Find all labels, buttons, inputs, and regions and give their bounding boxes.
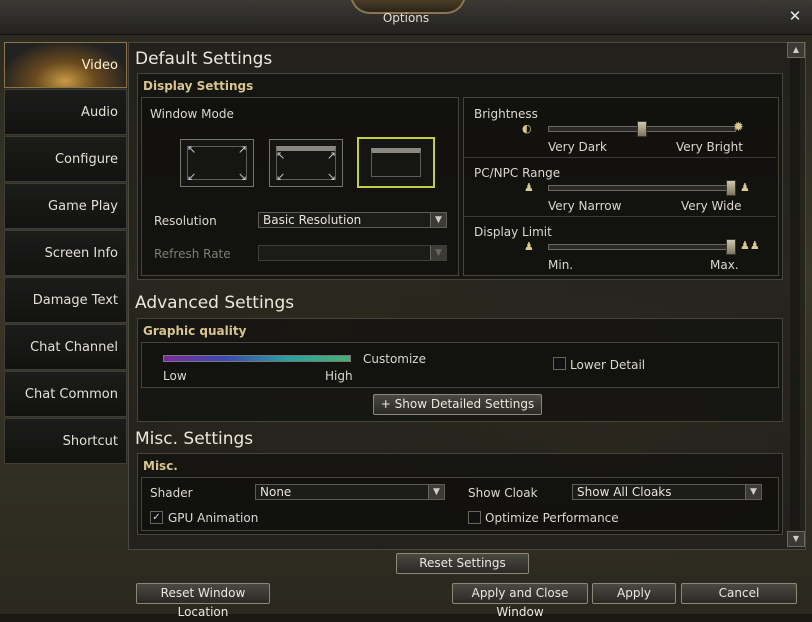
arrow-sw-icon: ↙	[276, 170, 286, 183]
options-sidebar: Video Audio Configure Game Play Screen I…	[4, 42, 127, 466]
group-icon: ♟♟	[740, 239, 760, 252]
arrow-se-icon: ↘	[326, 170, 336, 183]
graphic-quality-high-label: High	[325, 369, 353, 383]
arrow-se-icon: ↘	[237, 170, 247, 183]
sidebar-item-chat-common[interactable]: Chat Common	[4, 371, 127, 417]
moon-icon: ◐	[522, 122, 532, 135]
show-detailed-settings-button[interactable]: + Show Detailed Settings	[373, 394, 542, 415]
shader-value: None	[260, 485, 292, 499]
graphic-quality-low-label: Low	[163, 369, 187, 383]
resolution-label: Resolution	[154, 214, 217, 228]
gpu-animation-label: GPU Animation	[168, 511, 259, 525]
dropdown-arrow-icon: ▼	[430, 246, 446, 260]
show-cloak-label: Show Cloak	[468, 486, 538, 500]
close-icon[interactable]: ✕	[786, 7, 804, 25]
shader-select[interactable]: None ▼	[255, 484, 445, 500]
misc-settings-heading: Misc. Settings	[135, 429, 254, 449]
window-title: Options	[382, 11, 430, 25]
reset-window-location-button[interactable]: Reset Window Location	[136, 583, 270, 619]
advanced-settings-heading: Advanced Settings	[135, 293, 295, 313]
divider	[464, 216, 776, 217]
lower-detail-checkbox[interactable]	[553, 357, 566, 370]
graphic-quality-title: Graphic quality	[143, 324, 247, 338]
reset-settings-button[interactable]: Reset Settings	[396, 553, 529, 574]
display-limit-min-label: Min.	[548, 258, 574, 272]
dropdown-arrow-icon: ▼	[428, 485, 444, 499]
apply-button[interactable]: Apply	[592, 583, 676, 604]
pc-npc-range-slider-thumb[interactable]	[726, 180, 736, 196]
arrow-nw-icon: ↖	[187, 143, 197, 156]
arrow-nw-icon: ↖	[276, 149, 286, 162]
window-mode-fullscreen[interactable]: ↖ ↗ ↙ ↘	[180, 139, 254, 187]
apply-and-close-button[interactable]: Apply and Close Window	[452, 583, 588, 619]
sidebar-item-shortcut[interactable]: Shortcut	[4, 418, 127, 464]
arrow-ne-icon: ↗	[237, 143, 247, 156]
window-mode-frame	[371, 148, 421, 177]
sidebar-item-damage-text[interactable]: Damage Text	[4, 277, 127, 323]
graphic-quality-slider[interactable]	[163, 355, 351, 362]
window-mode-label: Window Mode	[150, 107, 234, 121]
brightness-slider-thumb[interactable]	[637, 121, 647, 137]
sidebar-item-configure[interactable]: Configure	[4, 136, 127, 182]
pc-npc-range-slider[interactable]	[548, 185, 736, 191]
misc-title: Misc.	[143, 459, 178, 473]
lower-detail-label: Lower Detail	[570, 358, 646, 372]
show-cloak-value: Show All Cloaks	[577, 485, 672, 499]
dropdown-arrow-icon: ▼	[430, 213, 446, 227]
brightness-min-label: Very Dark	[548, 140, 607, 154]
display-limit-slider-thumb[interactable]	[726, 239, 736, 255]
resolution-select[interactable]: Basic Resolution ▼	[258, 212, 447, 228]
window-mode-borderless[interactable]	[357, 137, 435, 188]
dropdown-arrow-icon: ▼	[745, 485, 761, 499]
resolution-value: Basic Resolution	[263, 213, 362, 227]
title-bar: Options ✕	[0, 0, 812, 35]
pc-npc-range-label: PC/NPC Range	[474, 166, 561, 180]
display-limit-slider[interactable]	[548, 244, 736, 250]
cancel-button[interactable]: Cancel	[681, 583, 797, 604]
brightness-label: Brightness	[474, 107, 538, 121]
person-icon: ♟	[524, 181, 534, 194]
window-mode-titled[interactable]: ↖ ↗ ↙ ↘	[269, 139, 343, 187]
scrollbar-track[interactable]	[790, 58, 800, 530]
shader-label: Shader	[150, 486, 193, 500]
display-limit-label: Display Limit	[474, 225, 552, 239]
scroll-down-icon[interactable]: ▼	[787, 531, 805, 547]
sidebar-item-chat-channel[interactable]: Chat Channel	[4, 324, 127, 370]
graphic-quality-current: Customize	[363, 352, 426, 366]
person-icon: ♟	[524, 240, 534, 253]
arrow-ne-icon: ↗	[326, 149, 336, 162]
display-settings-title: Display Settings	[143, 79, 254, 93]
sidebar-item-video[interactable]: Video	[4, 42, 127, 88]
pc-npc-range-min-label: Very Narrow	[548, 199, 622, 213]
display-limit-max-label: Max.	[710, 258, 739, 272]
default-settings-heading: Default Settings	[135, 49, 273, 69]
gpu-animation-checkbox[interactable]: ✓	[150, 511, 163, 524]
sidebar-item-screen-info[interactable]: Screen Info	[4, 230, 127, 276]
optimize-performance-checkbox[interactable]	[468, 511, 481, 524]
refresh-rate-select[interactable]: ▼	[258, 245, 447, 261]
graphic-quality-panel	[141, 342, 779, 388]
divider	[464, 157, 776, 158]
brightness-max-label: Very Bright	[676, 140, 743, 154]
person-icon: ♟	[740, 181, 750, 194]
sidebar-item-audio[interactable]: Audio	[4, 89, 127, 135]
sun-icon: ✹	[733, 120, 744, 135]
pc-npc-range-max-label: Very Wide	[681, 199, 742, 213]
sidebar-item-game-play[interactable]: Game Play	[4, 183, 127, 229]
optimize-performance-label: Optimize Performance	[485, 511, 619, 525]
show-cloak-select[interactable]: Show All Cloaks ▼	[572, 484, 762, 500]
refresh-rate-label: Refresh Rate	[154, 247, 231, 261]
scroll-up-icon[interactable]: ▲	[787, 42, 805, 58]
arrow-sw-icon: ↙	[187, 170, 197, 183]
